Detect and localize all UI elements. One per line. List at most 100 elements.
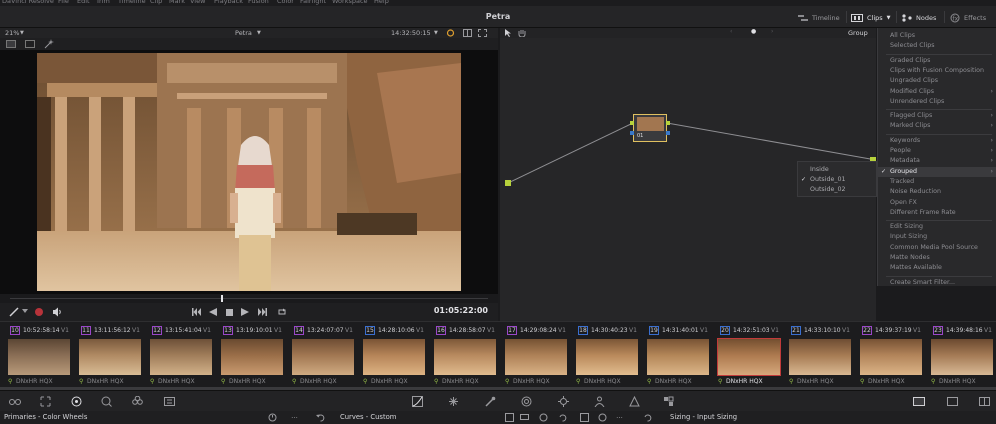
clip-thumbnail[interactable]: 12 13:15:41:04 V1 ⚲ DNxHR HQX [142,326,213,388]
menu-item-ungraded-clips[interactable]: Ungraded Clips [878,76,996,86]
menu-item-davinci-resolve[interactable]: DaVinci Resolve [2,0,54,5]
nodes-toggle-button[interactable]: Nodes [902,11,936,24]
clip-thumbnail[interactable]: 14 13:24:07:07 V1 ⚲ DNxHR HQX [284,326,355,388]
menu-item-edit-sizing[interactable]: Edit Sizing [878,222,996,232]
magic-mask-icon[interactable] [593,396,605,407]
menu-item-playback[interactable]: Playback [214,0,243,5]
playhead[interactable] [221,295,223,302]
menu-item-all-clips[interactable]: All Clips [878,31,996,41]
menu-item-tracked[interactable]: Tracked [878,177,996,187]
menu-item-metadata[interactable]: Metadata › [878,156,996,166]
chevron-down-icon[interactable] [22,309,28,314]
view-icon[interactable] [580,413,589,422]
sizing-icon[interactable] [913,396,925,407]
split-screen-icon[interactable] [463,29,472,37]
menu-item-clips-with-fusion-composition[interactable]: Clips with Fusion Composition [878,66,996,76]
node-key-output[interactable] [666,131,670,135]
blur-icon[interactable] [628,396,640,407]
effects-toggle-button[interactable]: fx Effects [950,11,986,24]
menu-item-flagged-clips[interactable]: Flagged Clips › [878,111,996,121]
highlight-wand-icon[interactable] [44,39,54,49]
motion-effects-icon[interactable] [163,396,175,407]
curves-icon[interactable] [411,396,423,407]
keyframes-icon[interactable] [978,396,990,407]
loop-icon[interactable] [446,29,455,37]
menu-item-different-frame-rate[interactable]: Different Frame Rate [878,208,996,218]
chevron-right-icon[interactable]: › [771,28,773,35]
menu-item-input-sizing[interactable]: Input Sizing [878,232,996,242]
menu-item-graded-clips[interactable]: Graded Clips [878,56,996,66]
menu-item-unrendered-clips[interactable]: Unrendered Clips [878,97,996,107]
menu-item-trim[interactable]: Trim [96,0,110,5]
menu-item-marked-clips[interactable]: Marked Clips › [878,121,996,131]
menu-item-timeline[interactable]: Timeline [118,0,146,5]
tracker-icon[interactable] [557,396,569,407]
viewer-clip-name[interactable]: Petra [235,29,252,37]
menu-item-create-smart-filter[interactable]: Create Smart Filter... [878,278,996,288]
menu-item-matte-nodes[interactable]: Matte Nodes [878,253,996,263]
stop-icon[interactable] [224,307,234,317]
viewer-image[interactable] [37,53,461,291]
scrub-bar[interactable] [0,294,498,303]
menu-item-selected-clips[interactable]: Selected Clips [878,41,996,51]
clip-thumbnail[interactable]: 11 13:11:56:12 V1 ⚲ DNxHR HQX [71,326,142,388]
fullscreen-icon[interactable] [478,29,487,37]
more-options-icon[interactable]: ··· [615,413,624,422]
submenu-item-outside-01[interactable]: ✓ Outside_01 [798,175,876,185]
clip-thumbnail[interactable]: 18 14:30:40:23 V1 ⚲ DNxHR HQX [568,326,639,388]
undo-icon[interactable] [316,413,325,422]
node-01[interactable]: 01 [630,114,670,142]
color-wheels-icon[interactable] [70,396,82,407]
clip-thumbnail[interactable]: 10 10:52:58:14 V1 ⚲ DNxHR HQX [0,326,71,388]
zoom-level[interactable]: 21% [5,29,19,37]
hdr-wheels-icon[interactable] [100,396,112,407]
menu-item-modified-clips[interactable]: Modified Clips › [878,87,996,97]
single-view-icon[interactable] [6,40,16,48]
reset-icon[interactable] [539,413,548,422]
submenu-item-outside-02[interactable]: Outside_02 [798,185,876,195]
undo-icon[interactable] [558,413,567,422]
speaker-icon[interactable] [52,307,62,317]
image-wipe-icon[interactable] [25,40,35,48]
clip-thumbnail[interactable]: 19 14:31:40:01 V1 ⚲ DNxHR HQX [639,326,710,388]
loop-playback-icon[interactable] [277,307,287,317]
menu-item-fairlight[interactable]: Fairlight [300,0,326,5]
more-options-icon[interactable]: ··· [290,413,299,422]
clips-toggle-button[interactable]: Clips ▼ [851,11,891,24]
camera-raw-icon[interactable] [9,396,21,407]
color-match-icon[interactable] [39,396,51,407]
speaker-mute-icon[interactable] [34,307,44,317]
clip-thumbnail-strip[interactable]: 10 10:52:58:14 V1 ⚲ DNxHR HQX 11 13:11:56:12 V1… [0,321,996,389]
menu-item-clip[interactable]: Clip [150,0,162,5]
color-warper-icon[interactable] [447,396,459,407]
chevron-left-icon[interactable]: ‹ [730,28,732,35]
reverse-play-icon[interactable] [208,307,218,317]
reset-icon[interactable] [268,413,277,422]
menu-item-open-fx[interactable]: Open FX [878,198,996,208]
chevron-down-icon[interactable]: ▼ [434,30,438,36]
menu-item-noise-reduction[interactable]: Noise Reduction [878,187,996,197]
menu-item-fusion[interactable]: Fusion [248,0,269,5]
display-icon[interactable] [520,413,529,422]
undo-icon[interactable] [643,413,652,422]
reset-icon[interactable] [598,413,607,422]
3d-icon[interactable] [946,396,958,407]
pointer-icon[interactable] [504,29,512,37]
play-icon[interactable] [240,307,250,317]
clip-thumbnail[interactable]: 16 14:28:58:07 V1 ⚲ DNxHR HQX [426,326,497,388]
window-icon[interactable] [520,396,532,407]
edit-curve-icon[interactable] [505,413,514,422]
menu-item-mark[interactable]: Mark [169,0,185,5]
menu-item-keywords[interactable]: Keywords › [878,136,996,146]
rgb-mixer-icon[interactable] [131,396,143,407]
menu-item-color[interactable]: Color [277,0,294,5]
menu-item-file[interactable]: File [58,0,69,5]
menu-item-workspace[interactable]: Workspace [332,0,368,5]
node-output[interactable] [666,121,670,125]
clip-thumbnail[interactable]: 17 14:29:08:24 V1 ⚲ DNxHR HQX [497,326,568,388]
clip-thumbnail[interactable]: 13 13:19:10:01 V1 ⚲ DNxHR HQX [213,326,284,388]
qualifier-icon[interactable] [484,396,496,407]
clip-thumbnail[interactable]: 23 14:39:48:16 V1 ⚲ DNxHR HQX [923,326,994,388]
menu-item-common-media-pool-source[interactable]: Common Media Pool Source [878,243,996,253]
clip-thumbnail[interactable]: 15 14:28:10:06 V1 ⚲ DNxHR HQX [355,326,426,388]
